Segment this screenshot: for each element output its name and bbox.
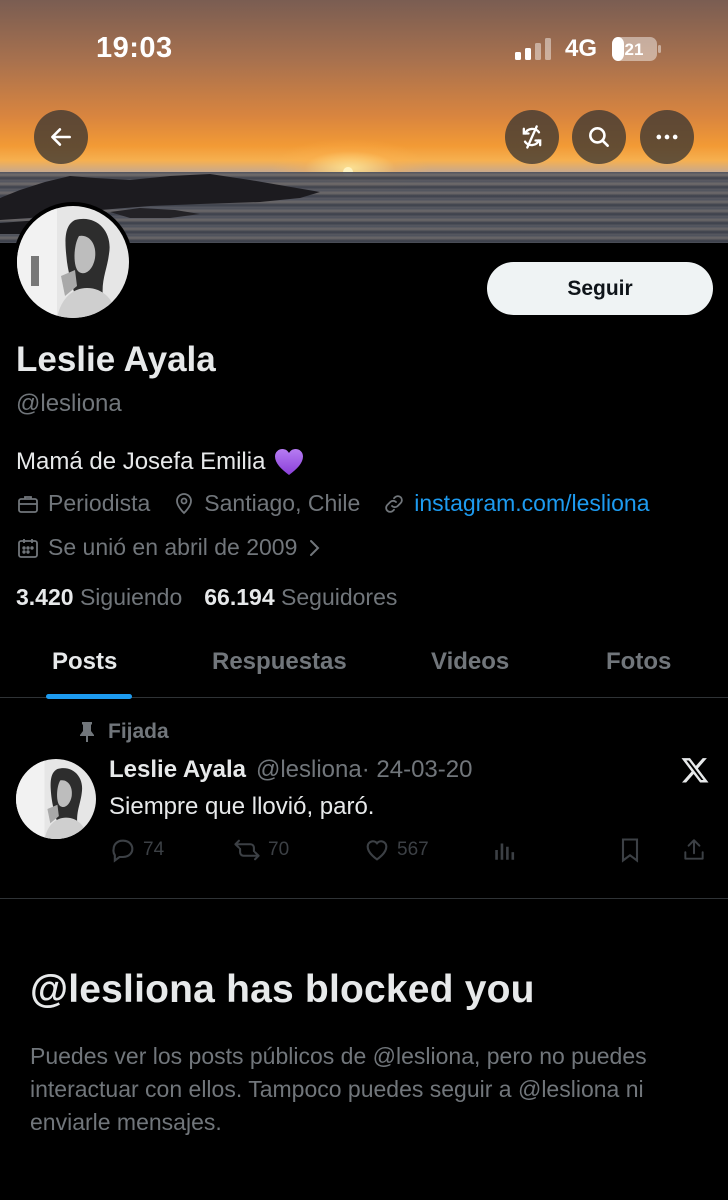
status-bar: 19:03 4G 21 (0, 0, 728, 100)
chevron-right-icon (310, 539, 320, 556)
profile-name: Leslie Ayala (16, 340, 216, 379)
profession-item: Periodista (16, 490, 150, 517)
follow-counts: 3.420 Siguiendo 66.194 Seguidores (16, 584, 397, 611)
follow-button[interactable]: Seguir (487, 262, 713, 315)
profile-handle: @lesliona (16, 390, 122, 417)
repost-count: 70 (268, 839, 290, 860)
post-author[interactable]: Leslie Ayala (109, 756, 246, 784)
profile-meta-row: Periodista Santiago, Chile instagram.com… (16, 490, 672, 517)
arrow-left-icon (51, 128, 71, 146)
x-logo-icon[interactable] (680, 755, 710, 785)
bio-text: Mamá de Josefa Emilia (16, 448, 266, 475)
link-icon (385, 494, 404, 513)
location-item: Santiago, Chile (172, 490, 360, 517)
following-stat[interactable]: 3.420 Siguiendo (16, 584, 182, 611)
reply-count: 74 (143, 839, 165, 860)
search-button[interactable] (572, 110, 626, 164)
following-count: 3.420 (16, 584, 74, 610)
followers-stat[interactable]: 66.194 Seguidores (204, 584, 397, 611)
post-actions: 74 70 567 (109, 836, 709, 870)
sync-off-icon (522, 125, 542, 149)
tab-posts[interactable]: Posts (52, 648, 117, 676)
post-text: Siempre que llovió, paró. (109, 793, 375, 820)
pinned-label: Fijada (108, 720, 169, 743)
active-tab-indicator (46, 694, 132, 699)
reply-icon (112, 839, 134, 863)
more-button[interactable] (640, 110, 694, 164)
post-date: · 24-03-20 (361, 756, 473, 783)
location-pin-icon (176, 492, 193, 514)
bookmark-action[interactable] (618, 836, 642, 864)
more-icon (656, 134, 678, 140)
tab-videos[interactable]: Videos (431, 648, 509, 676)
tab-fotos[interactable]: Fotos (606, 648, 671, 676)
battery-level: 21 (625, 40, 644, 59)
following-label: Siguiendo (79, 584, 183, 610)
share-icon (684, 839, 704, 860)
post-handle: @lesliona· 24-03-20 (256, 756, 472, 784)
bookmark-icon (621, 838, 639, 863)
calendar-icon (18, 538, 38, 558)
avatar-photo (17, 206, 129, 318)
blocked-title: @lesliona has blocked you (30, 968, 535, 1011)
post-avatar[interactable] (16, 759, 96, 839)
profile-avatar[interactable] (13, 202, 133, 322)
profile-bio: Mamá de Josefa Emilia (16, 447, 305, 477)
website-link[interactable]: instagram.com/lesliona (414, 490, 649, 517)
blocked-message: Puedes ver los posts públicos de @leslio… (30, 1043, 647, 1135)
signal-icon (515, 38, 551, 60)
followers-label: Seguidores (281, 584, 398, 610)
reply-action[interactable]: 74 (109, 836, 164, 864)
website-item[interactable]: instagram.com/lesliona (382, 490, 650, 517)
post-handle-text: @lesliona (255, 756, 362, 783)
purple-heart-icon (275, 449, 304, 475)
search-icon (589, 127, 609, 147)
share-action[interactable] (681, 836, 707, 864)
profession-text: Periodista (48, 490, 151, 516)
section-divider (0, 898, 728, 899)
tab-respuestas[interactable]: Respuestas (212, 648, 347, 676)
joined-text: Se unió en abril de 2009 (48, 534, 298, 560)
profile-tabs: Posts Respuestas Videos Fotos (0, 630, 728, 699)
back-button[interactable] (34, 110, 88, 164)
location-text: Santiago, Chile (204, 490, 361, 516)
joined-item[interactable]: Se unió en abril de 2009 (16, 534, 323, 561)
like-count: 567 (397, 839, 429, 860)
post-avatar-photo (16, 759, 96, 839)
status-time: 19:03 (96, 32, 173, 64)
repost-icon (234, 839, 260, 861)
pin-icon (80, 722, 94, 742)
analytics-icon (495, 843, 515, 860)
network-type: 4G (565, 35, 598, 62)
pinned-indicator: Fijada (78, 720, 169, 744)
post-header: Leslie Ayala @lesliona· 24-03-20 (109, 756, 472, 784)
repost-action[interactable]: 70 (232, 836, 289, 864)
joined-row[interactable]: Se unió en abril de 2009 (16, 534, 345, 561)
heart-icon (366, 840, 388, 861)
sync-button[interactable] (505, 110, 559, 164)
like-action[interactable]: 567 (363, 836, 429, 864)
briefcase-icon (18, 495, 38, 513)
followers-count: 66.194 (204, 584, 275, 610)
views-action[interactable] (492, 836, 518, 864)
battery-icon: 21 (612, 37, 661, 61)
